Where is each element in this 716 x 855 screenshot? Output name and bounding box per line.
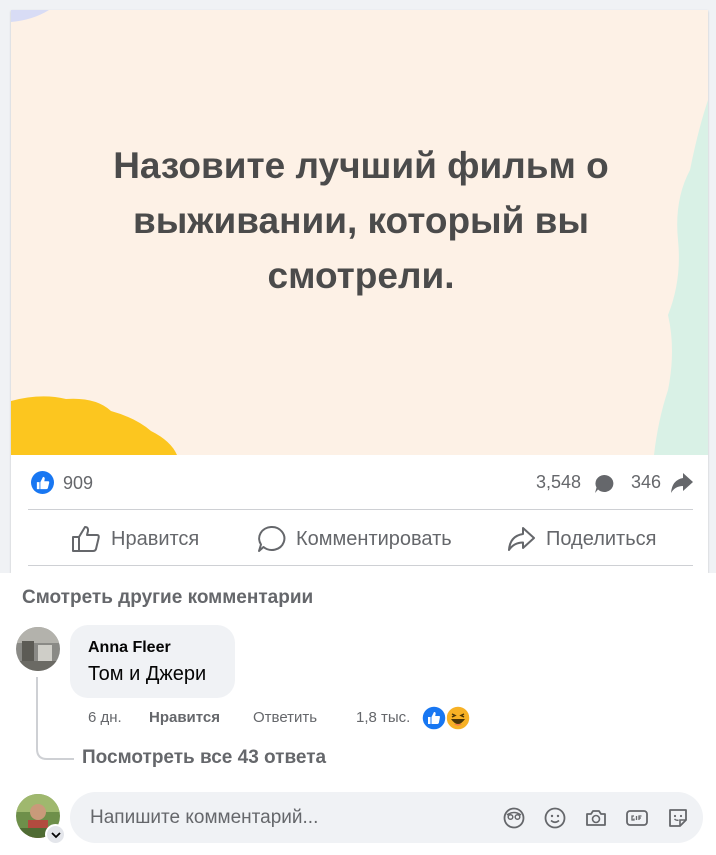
- sticker-icon[interactable]: [666, 806, 690, 830]
- haha-icon: [445, 705, 471, 731]
- share-count[interactable]: 346: [631, 472, 661, 493]
- comment-count[interactable]: 3,548: [536, 472, 581, 493]
- view-replies-link[interactable]: Посмотреть все 43 ответа: [82, 747, 326, 769]
- commenter-avatar[interactable]: [16, 627, 60, 671]
- comment-reply-button[interactable]: Ответить: [253, 709, 317, 726]
- comment-time[interactable]: 6 дн.: [88, 709, 122, 726]
- comment-bubble: Anna Fleer Том и Джери: [70, 625, 235, 698]
- comment-input[interactable]: [88, 804, 472, 832]
- post-text: Назовите лучший фильм о выживании, котор…: [113, 145, 609, 296]
- comment-like-button[interactable]: Нравится: [149, 709, 220, 726]
- share-button[interactable]: Поделиться: [506, 520, 656, 558]
- share-icon: [508, 527, 535, 551]
- comment-button-label: Комментировать: [296, 527, 452, 550]
- post-background-image: Назовите лучший фильм о выживании, котор…: [11, 10, 708, 455]
- gif-icon[interactable]: [625, 806, 649, 830]
- comment-author[interactable]: Anna Fleer: [88, 639, 171, 657]
- comments-section: Смотреть другие комментарии Anna Fleer Т…: [0, 573, 716, 855]
- comment-button[interactable]: Комментировать: [256, 520, 452, 558]
- chevron-down-icon: [50, 831, 61, 838]
- like-reaction-icon[interactable]: [31, 471, 54, 494]
- avatar-sticker-icon[interactable]: [502, 806, 526, 830]
- comment-reaction-count[interactable]: 1,8 тыс.: [356, 709, 410, 726]
- comment-composer: [70, 792, 703, 843]
- post-card: Назовите лучший фильм о выживании, котор…: [11, 10, 708, 573]
- thumbs-up-icon: [72, 526, 100, 552]
- divider: [28, 509, 693, 510]
- like-icon: [421, 705, 447, 731]
- comment-reactions[interactable]: [421, 704, 473, 732]
- share-button-label: Поделиться: [546, 527, 657, 550]
- reply-thread-line: [36, 677, 74, 760]
- emoji-icon[interactable]: [543, 806, 567, 830]
- comment-count-icon: [595, 474, 614, 493]
- like-button[interactable]: Нравится: [71, 520, 199, 558]
- like-count[interactable]: 909: [63, 473, 93, 494]
- post-actions: Нравится Комментировать Поделиться: [11, 512, 708, 565]
- camera-icon[interactable]: [584, 806, 608, 830]
- comment-icon: [258, 525, 286, 552]
- share-count-icon: [671, 473, 693, 493]
- yellow-decoration: [11, 396, 177, 455]
- like-button-label: Нравится: [111, 527, 200, 550]
- account-switcher[interactable]: [45, 824, 66, 845]
- view-more-comments-link[interactable]: Смотреть другие комментарии: [22, 587, 313, 609]
- corner-decoration: [11, 10, 49, 22]
- comment-text: Том и Джери: [88, 663, 207, 685]
- post-stats: 909 3,548 346: [11, 455, 708, 510]
- divider: [28, 565, 693, 566]
